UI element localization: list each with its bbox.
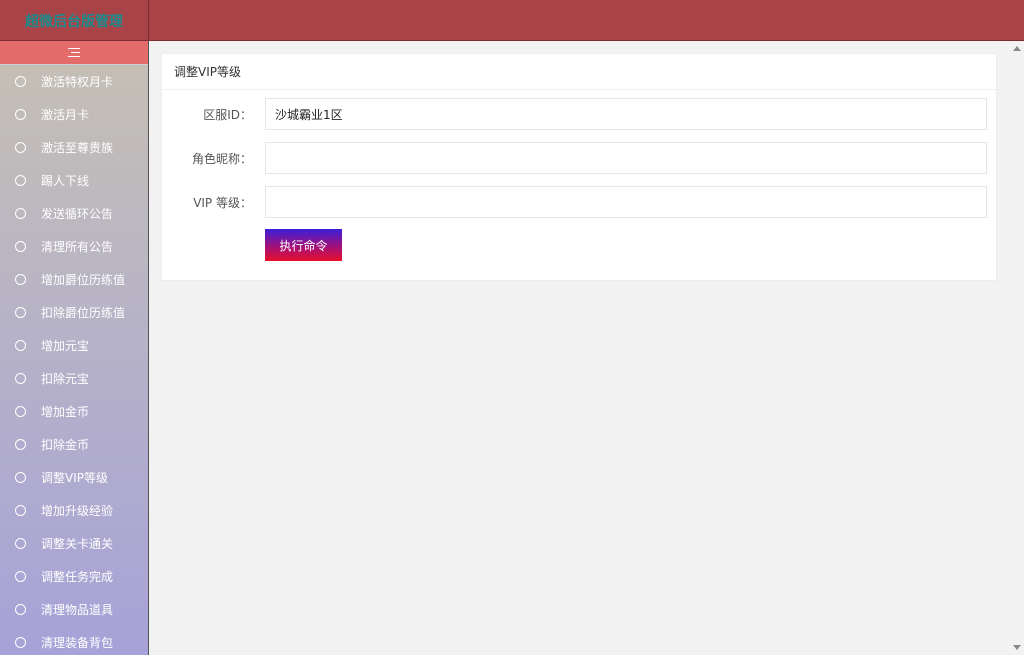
sidebar-item-label: 激活至尊贵族 [41, 141, 114, 155]
sidebar-item[interactable]: 调整关卡通关 [0, 527, 148, 560]
sidebar-item-label: 增加元宝 [41, 339, 90, 353]
circle-icon [15, 340, 26, 351]
sidebar-item-label: 发送循环公告 [41, 207, 114, 221]
sidebar-item[interactable]: 增加升级经验 [0, 494, 148, 527]
circle-icon [15, 439, 26, 450]
form-row-vip-level: VIP 等级： [162, 186, 998, 218]
sidebar-item-label: 激活月卡 [41, 108, 90, 122]
sidebar-item-label: 调整VIP等级 [41, 471, 108, 485]
sidebar-item-label: 增加升级经验 [41, 504, 114, 518]
vip-level-label: VIP 等级： [193, 195, 252, 210]
sidebar-item[interactable]: 扣除爵位历练值 [0, 296, 148, 329]
circle-icon [15, 76, 26, 87]
sidebar-menu: 激活特权月卡 激活月卡 激活至尊贵族 踢人下线 发送循环公告 清理所有公告 增加… [0, 65, 148, 655]
sidebar-item-label: 清理装备背包 [41, 636, 114, 650]
sidebar-item[interactable]: 调整VIP等级 [0, 461, 148, 494]
sidebar-item[interactable]: 增加元宝 [0, 329, 148, 362]
sidebar-item[interactable]: 激活特权月卡 [0, 65, 148, 98]
sidebar-item-label: 增加爵位历练值 [41, 273, 126, 287]
circle-icon [15, 637, 26, 648]
server-id-label: 区服ID： [203, 107, 252, 122]
sidebar-item-label: 踢人下线 [41, 174, 90, 188]
sidebar-item[interactable]: 踢人下线 [0, 164, 148, 197]
circle-icon [15, 307, 26, 318]
sidebar-item[interactable]: 激活月卡 [0, 98, 148, 131]
sidebar-item[interactable]: 增加金币 [0, 395, 148, 428]
sidebar-item-label: 激活特权月卡 [41, 75, 114, 89]
sidebar-item[interactable]: 清理装备背包 [0, 626, 148, 655]
sidebar-item-label: 扣除爵位历练值 [41, 306, 126, 320]
vip-form-panel: 调整VIP等级 区服ID： 角色昵称： VIP 等级： 执行命令 [161, 53, 997, 281]
sidebar-item[interactable]: 清理所有公告 [0, 230, 148, 263]
circle-icon [15, 175, 26, 186]
server-id-input[interactable] [265, 98, 987, 130]
circle-icon [15, 373, 26, 384]
nickname-label: 角色昵称： [191, 151, 252, 166]
sidebar-item-label: 扣除金币 [41, 438, 90, 452]
sidebar-item-label: 清理物品道具 [41, 603, 114, 617]
panel-title: 调整VIP等级 [162, 54, 996, 90]
sidebar-item-label: 调整任务完成 [41, 570, 114, 584]
sidebar-item[interactable]: 清理物品道具 [0, 593, 148, 626]
circle-icon [15, 571, 26, 582]
app-logo: 超微后台版管理 [0, 0, 149, 41]
circle-icon [15, 208, 26, 219]
circle-icon [15, 109, 26, 120]
sidebar-item-label: 增加金币 [41, 405, 90, 419]
form-row-server: 区服ID： [162, 98, 998, 130]
form-row-nickname: 角色昵称： [162, 142, 998, 174]
sidebar-item-label: 扣除元宝 [41, 372, 90, 386]
circle-icon [15, 142, 26, 153]
vip-level-input[interactable] [265, 186, 987, 218]
sidebar-item[interactable]: 发送循环公告 [0, 197, 148, 230]
circle-icon [15, 538, 26, 549]
sidebar-item[interactable]: 扣除元宝 [0, 362, 148, 395]
scroll-up-icon[interactable] [1013, 46, 1021, 51]
sidebar-item[interactable]: 调整任务完成 [0, 560, 148, 593]
sidebar-toggle-button[interactable] [0, 41, 148, 65]
sidebar: 激活特权月卡 激活月卡 激活至尊贵族 踢人下线 发送循环公告 清理所有公告 增加… [0, 41, 149, 655]
sidebar-item[interactable]: 增加爵位历练值 [0, 263, 148, 296]
top-bar: 超微后台版管理 [0, 0, 1024, 41]
sidebar-item-label: 清理所有公告 [41, 240, 114, 254]
scroll-down-icon[interactable] [1013, 645, 1021, 650]
circle-icon [15, 241, 26, 252]
circle-icon [15, 604, 26, 615]
circle-icon [15, 406, 26, 417]
sidebar-item[interactable]: 激活至尊贵族 [0, 131, 148, 164]
nickname-input[interactable] [265, 142, 987, 174]
page-scrollbar[interactable] [1009, 41, 1024, 655]
main-content: 调整VIP等级 区服ID： 角色昵称： VIP 等级： 执行命令 [149, 41, 1009, 655]
circle-icon [15, 274, 26, 285]
execute-command-button[interactable]: 执行命令 [265, 229, 342, 261]
circle-icon [15, 472, 26, 483]
sidebar-item[interactable]: 扣除金币 [0, 428, 148, 461]
circle-icon [15, 505, 26, 516]
sidebar-item-label: 调整关卡通关 [41, 537, 114, 551]
menu-collapse-icon [68, 47, 80, 58]
